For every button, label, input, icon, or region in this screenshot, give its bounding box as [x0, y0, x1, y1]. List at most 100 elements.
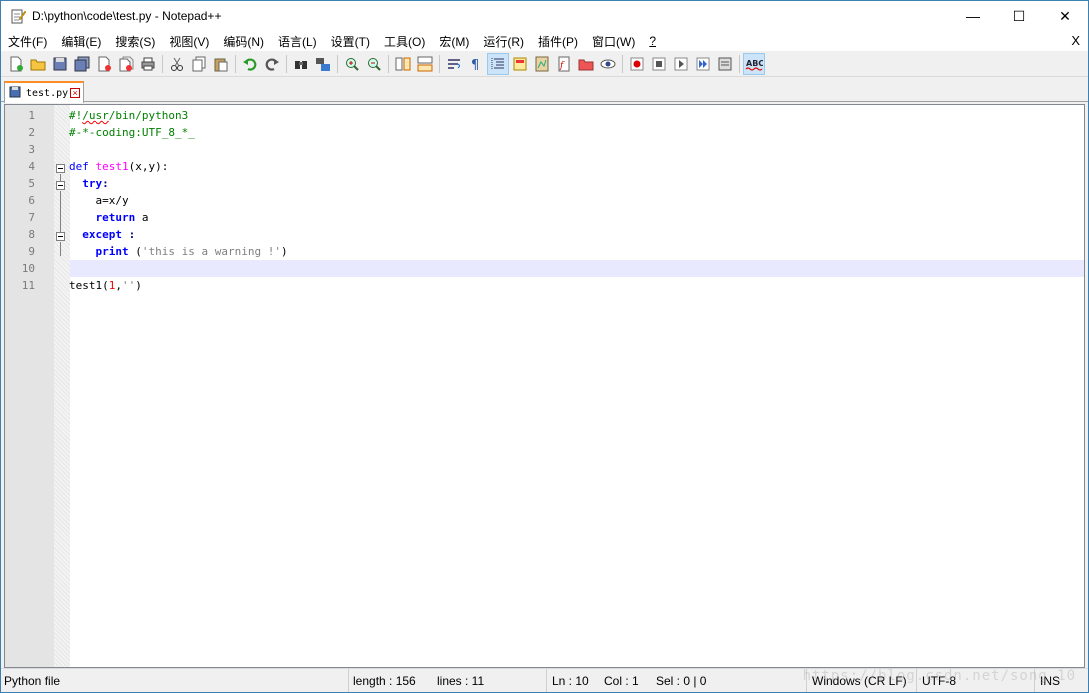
code-token: :	[102, 177, 109, 190]
menu-edit[interactable]: 编辑(E)	[54, 33, 108, 50]
word-wrap-icon[interactable]	[443, 53, 465, 75]
save-macro-icon[interactable]	[714, 53, 736, 75]
user-defined-lang-icon[interactable]	[509, 53, 531, 75]
menu-help[interactable]: ?	[642, 34, 663, 48]
menu-tools[interactable]: 工具(O)	[377, 33, 432, 50]
toolbar: ¶ f ABC	[1, 51, 1088, 77]
toolbar-separator	[388, 54, 389, 73]
menu-language[interactable]: 语言(L)	[271, 33, 324, 50]
fold-toggle-icon[interactable]	[56, 232, 65, 241]
code-token: ''	[122, 279, 136, 292]
watermark: https://blog.csdn.net/song_10	[802, 668, 1076, 684]
indent-guide-icon[interactable]	[487, 52, 509, 75]
sync-horizontal-icon[interactable]	[414, 53, 436, 75]
close-window-button[interactable]: ✕	[1042, 1, 1088, 31]
menu-view[interactable]: 视图(V)	[162, 33, 216, 50]
menu-macro[interactable]: 宏(M)	[432, 33, 476, 50]
save-icon[interactable]	[49, 53, 71, 75]
code-text: print ('this is a warning !')	[69, 243, 288, 260]
menu-window[interactable]: 窗口(W)	[585, 33, 642, 50]
maximize-button[interactable]: ☐	[996, 1, 1042, 31]
function-list-icon[interactable]: f	[553, 53, 575, 75]
folder-workspace-icon[interactable]	[575, 53, 597, 75]
code-token: 'this is a warning !'	[141, 245, 281, 258]
record-macro-icon[interactable]	[626, 53, 648, 75]
save-all-icon[interactable]	[71, 53, 93, 75]
code-line[interactable]: 8 except :	[5, 226, 1084, 243]
undo-icon[interactable]	[239, 53, 261, 75]
menu-search[interactable]: 搜索(S)	[108, 33, 162, 50]
show-all-chars-icon[interactable]: ¶	[465, 53, 487, 75]
code-line[interactable]: 1 #!/usr/bin/python3	[5, 107, 1084, 124]
stop-record-icon[interactable]	[648, 53, 670, 75]
fold-line	[60, 191, 61, 232]
code-line[interactable]: 5 try:	[5, 175, 1084, 192]
tab-bar: test.py ×	[1, 77, 1088, 103]
code-line[interactable]: 2 #-*-coding:UTF_8_*_	[5, 124, 1084, 141]
code-token: test1(	[69, 279, 109, 292]
zoom-out-icon[interactable]	[363, 53, 385, 75]
code-token: #!	[69, 109, 83, 122]
close-file-icon[interactable]	[93, 53, 115, 75]
menu-run[interactable]: 运行(R)	[476, 33, 531, 50]
toolbar-separator	[235, 54, 236, 73]
menu-settings[interactable]: 设置(T)	[324, 33, 377, 50]
line-number: 5	[28, 177, 35, 190]
line-number: 1	[28, 109, 35, 122]
status-col: Col : 1	[604, 673, 639, 688]
menu-encoding[interactable]: 编码(N)	[216, 33, 271, 50]
copy-icon[interactable]	[188, 53, 210, 75]
paste-icon[interactable]	[210, 53, 232, 75]
print-icon[interactable]	[137, 53, 159, 75]
new-file-icon[interactable]	[5, 53, 27, 75]
line-number: 2	[28, 126, 35, 139]
fold-toggle-icon[interactable]	[56, 181, 65, 190]
title-bar: D:\python\code\test.py - Notepad++ — ☐ ✕	[1, 1, 1088, 31]
svg-text:ABC: ABC	[746, 59, 763, 68]
code-token: print	[95, 245, 129, 258]
spell-check-icon[interactable]: ABC	[743, 52, 765, 75]
svg-text:¶: ¶	[471, 58, 479, 72]
close-document-button[interactable]: X	[1071, 33, 1080, 48]
zoom-in-icon[interactable]	[341, 53, 363, 75]
code-line[interactable]: 9 print ('this is a warning !')	[5, 243, 1084, 260]
window-title: D:\python\code\test.py - Notepad++	[32, 9, 222, 23]
code-token: /bin/python3	[108, 109, 189, 122]
monitoring-icon[interactable]	[597, 53, 619, 75]
tab-close-icon[interactable]: ×	[70, 88, 81, 98]
code-line[interactable]: 3	[5, 141, 1084, 158]
menu-bar: 文件(F) 编辑(E) 搜索(S) 视图(V) 编码(N) 语言(L) 设置(T…	[1, 31, 1088, 51]
menu-plugins[interactable]: 插件(P)	[531, 33, 585, 50]
maximize-icon: ☐	[1012, 7, 1026, 24]
fold-toggle-icon[interactable]	[56, 164, 65, 173]
replace-icon[interactable]	[312, 53, 334, 75]
code-editor[interactable]: 1 #!/usr/bin/python3 2 #-*-coding:UTF_8_*_ 3…	[4, 104, 1085, 668]
code-line[interactable]: 10	[22, 260, 1084, 277]
open-file-icon[interactable]	[27, 53, 49, 75]
code-line[interactable]: 7 return a	[5, 209, 1084, 226]
status-length: length : 156	[353, 673, 416, 688]
find-icon[interactable]	[290, 53, 312, 75]
code-token: :	[122, 228, 136, 241]
code-text: test1(1,'')	[69, 277, 142, 294]
run-macro-multiple-icon[interactable]	[692, 53, 714, 75]
code-line[interactable]: 11 test1(1,'')	[5, 277, 1084, 294]
code-line[interactable]: 6 a=x/y	[5, 192, 1084, 209]
playback-macro-icon[interactable]	[670, 53, 692, 75]
code-text: except :	[69, 226, 135, 243]
line-number: 9	[28, 245, 35, 258]
redo-icon[interactable]	[261, 53, 283, 75]
cut-icon[interactable]	[166, 53, 188, 75]
code-line[interactable]: 4 def test1(x,y):	[5, 158, 1084, 175]
code-token: def	[69, 160, 96, 173]
close-all-icon[interactable]	[115, 53, 137, 75]
sync-vertical-icon[interactable]	[392, 53, 414, 75]
code-token: )	[280, 245, 288, 258]
doc-map-icon[interactable]	[531, 53, 553, 75]
menu-file[interactable]: 文件(F)	[1, 33, 54, 50]
status-ln: Ln : 10	[552, 673, 589, 688]
tab-test-py[interactable]: test.py ×	[4, 81, 84, 103]
minimize-button[interactable]: —	[950, 1, 996, 31]
